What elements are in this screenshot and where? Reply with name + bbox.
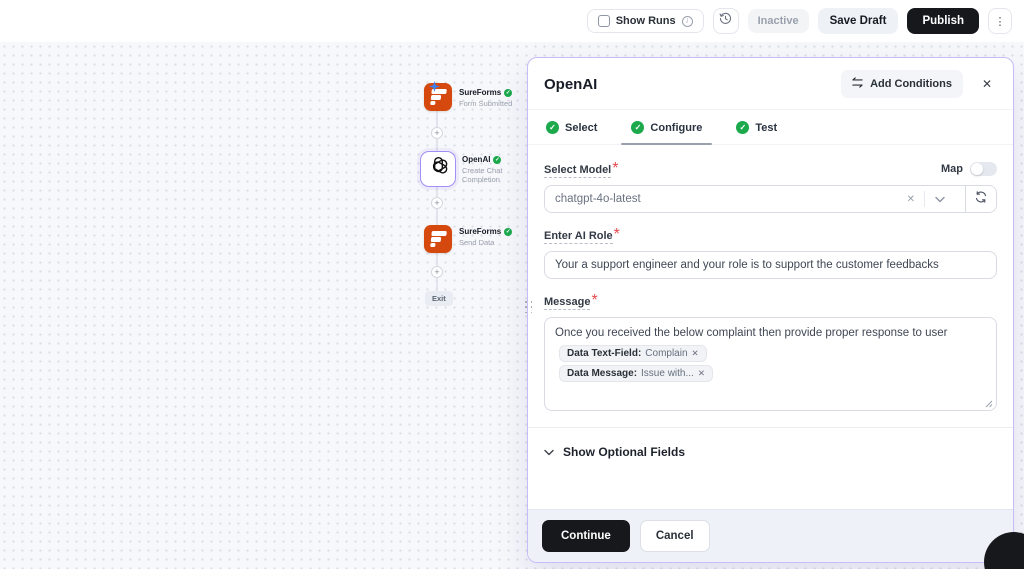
publish-button[interactable]: Publish [907, 8, 979, 34]
node-sureforms-action-label[interactable]: SureForms ✓ Send Data [459, 227, 512, 247]
node-app-name: SureForms [459, 227, 501, 236]
refresh-icon [975, 190, 987, 208]
remove-tag-icon[interactable]: ✕ [698, 368, 705, 379]
textarea-resize-handle[interactable] [985, 399, 993, 407]
add-conditions-button[interactable]: Add Conditions [841, 70, 963, 98]
panel-tabs: ✓ Select ✓ Configure ✓ Test [528, 110, 1013, 145]
node-success-check-icon: ✓ [504, 89, 512, 97]
remove-tag-icon[interactable]: ✕ [692, 348, 699, 359]
add-step-button-2[interactable]: + [431, 197, 443, 209]
node-action-name: Send Data [459, 238, 512, 247]
tab-select[interactable]: ✓ Select [544, 110, 599, 144]
panel-footer: Continue Cancel [528, 509, 1013, 562]
message-label: Message* [544, 292, 598, 310]
openai-logo-icon [427, 155, 450, 183]
chevron-down-icon [544, 443, 554, 461]
node-sureforms-trigger-label[interactable]: SureForms ✓ Form Submitted [459, 88, 512, 108]
cancel-button[interactable]: Cancel [640, 520, 710, 552]
message-textarea[interactable]: Once you received the below complaint th… [544, 317, 997, 411]
openai-config-panel: OpenAI Add Conditions ✕ ✓ Select ✓ Confi… [527, 57, 1014, 563]
topbar: Show Runs i Inactive Save Draft Publish … [0, 0, 1024, 42]
node-action-name: Form Submitted [459, 99, 512, 108]
tab-label: Select [565, 122, 597, 134]
add-conditions-label: Add Conditions [870, 78, 952, 90]
required-asterisk: * [591, 292, 597, 309]
model-select[interactable]: chatgpt-4o-latest ✕ [544, 185, 997, 213]
required-asterisk: * [614, 226, 620, 243]
node-success-check-icon: ✓ [504, 228, 512, 236]
show-optional-fields-toggle[interactable]: Show Optional Fields [544, 428, 997, 476]
save-draft-button[interactable]: Save Draft [818, 8, 899, 34]
info-icon: i [682, 16, 693, 27]
exit-node[interactable]: Exit [425, 291, 453, 306]
node-app-name: OpenAI [462, 155, 490, 164]
required-asterisk: * [612, 160, 618, 177]
model-select-value[interactable]: chatgpt-4o-latest [555, 193, 898, 205]
node-action-name: Create Chat Completion [462, 166, 524, 185]
add-step-button-3[interactable]: + [431, 266, 443, 278]
map-toggle-group: Map [941, 162, 997, 176]
node-success-check-icon: ✓ [493, 156, 501, 164]
sureforms-logo-icon [430, 231, 447, 247]
show-runs-toggle[interactable]: Show Runs i [587, 9, 704, 33]
panel-body: Select Model* Map chatgpt-4o-latest ✕ [528, 145, 1013, 509]
refresh-models-button[interactable] [965, 186, 996, 212]
tab-test[interactable]: ✓ Test [734, 110, 779, 144]
run-history-button[interactable] [713, 8, 739, 34]
select-model-label: Select Model* [544, 160, 618, 178]
clear-icon[interactable]: ✕ [898, 194, 924, 205]
node-sureforms-action-icon[interactable] [424, 225, 452, 253]
node-app-name: SureForms [459, 88, 501, 97]
panel-header: OpenAI Add Conditions ✕ [528, 58, 1013, 110]
chevron-down-icon[interactable] [925, 196, 955, 203]
data-tag-message[interactable]: Data Message: Issue with... ✕ [559, 365, 713, 382]
node-openai-label[interactable]: OpenAI ✓ Create Chat Completion [462, 155, 524, 185]
tab-label: Test [755, 122, 777, 134]
panel-title: OpenAI [544, 76, 831, 93]
optional-fields-label: Show Optional Fields [563, 445, 685, 459]
ai-role-input[interactable]: Your a support engineer and your role is… [544, 251, 997, 279]
tab-label: Configure [650, 122, 702, 134]
map-label: Map [941, 163, 963, 175]
tab-complete-check-icon: ✓ [631, 121, 644, 134]
tab-complete-check-icon: ✓ [546, 121, 559, 134]
node-openai-icon[interactable] [420, 151, 456, 187]
data-tag-text-field[interactable]: Data Text-Field: Complain ✕ [559, 345, 707, 362]
close-icon[interactable]: ✕ [973, 73, 1001, 95]
panel-drag-handle[interactable] [525, 301, 534, 315]
message-text: Once you received the below complaint th… [555, 326, 986, 342]
tab-configure[interactable]: ✓ Configure [629, 110, 704, 144]
show-runs-checkbox[interactable] [598, 15, 610, 27]
continue-button[interactable]: Continue [542, 520, 630, 552]
tab-complete-check-icon: ✓ [736, 121, 749, 134]
history-clock-icon [719, 12, 732, 30]
map-toggle[interactable] [970, 162, 997, 176]
more-options-button[interactable]: ⋮ [988, 8, 1012, 34]
status-badge-inactive: Inactive [748, 9, 809, 33]
trigger-sparkle-icon [429, 79, 440, 97]
conditions-swap-icon [852, 77, 863, 91]
ai-role-label: Enter AI Role* [544, 226, 620, 244]
show-runs-label: Show Runs [616, 15, 676, 27]
add-step-button-1[interactable]: + [431, 127, 443, 139]
